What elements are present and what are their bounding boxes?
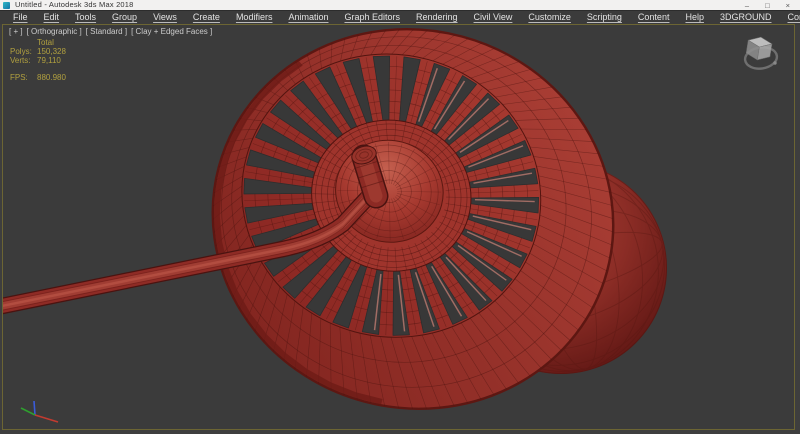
viewport-label-segment-3[interactable]: [ Clay + Edged Faces ] [131,27,212,36]
viewport-label-segment-2[interactable]: [ Standard ] [86,27,127,36]
menu-corona[interactable]: Corona [779,11,800,24]
menu-bar: FileEditToolsGroupViewsCreateModifiersAn… [0,10,800,24]
viewcube-compass-dot [773,61,776,64]
menu-rendering[interactable]: Rendering [408,11,466,24]
verts-label: Verts: [10,56,37,65]
menu-items: FileEditToolsGroupViewsCreateModifiersAn… [5,11,800,24]
menu-group[interactable]: Group [104,11,145,24]
x-axis [35,415,58,422]
menu-civil-view[interactable]: Civil View [466,11,521,24]
fps-label: FPS: [10,73,37,82]
view-cube[interactable] [731,28,789,82]
fps-value: 880.980 [37,73,66,82]
viewport-statistics: Total Polys:150,328 Verts:79,110 FPS:880… [10,38,66,82]
viewport[interactable]: [ + ] [ Orthographic ] [ Standard ] [ Clay … [2,24,795,430]
y-axis [21,408,35,415]
stats-fps-row: FPS:880.980 [10,73,66,82]
minimize-icon[interactable]: – [745,1,749,10]
window-title: Untitled - Autodesk 3ds Max 2018 [15,0,134,10]
menu-tools[interactable]: Tools [67,11,104,24]
polys-value: 150,328 [37,47,66,56]
stats-verts-row: Verts:79,110 [10,56,66,65]
viewport-label: [ + ] [ Orthographic ] [ Standard ] [ Clay … [9,27,212,36]
viewport-canvas[interactable] [3,25,794,429]
viewport-label-segment-0[interactable]: [ + ] [9,27,23,36]
z-axis [34,401,35,415]
app-window: Untitled - Autodesk 3ds Max 2018 – □ × F… [0,0,800,434]
menu-content[interactable]: Content [630,11,678,24]
menu-customize[interactable]: Customize [520,11,579,24]
restore-icon[interactable]: □ [765,1,770,10]
world-axis-tripod [8,394,68,426]
menu-graph-editors[interactable]: Graph Editors [336,11,408,24]
menu-edit[interactable]: Edit [36,11,68,24]
stats-polys-row: Polys:150,328 [10,47,66,56]
3dsmax-app-icon [3,2,10,9]
menu-create[interactable]: Create [185,11,228,24]
close-icon[interactable]: × [786,1,790,10]
menu-views[interactable]: Views [145,11,185,24]
verts-value: 79,110 [37,56,61,65]
menu-file[interactable]: File [5,11,36,24]
window-controls: – □ × [745,1,800,10]
menu-3dground[interactable]: 3DGROUND [712,11,780,24]
viewcube-cube [745,35,772,61]
polys-label: Polys: [10,47,37,56]
title-bar: Untitled - Autodesk 3ds Max 2018 – □ × [0,0,800,10]
menu-modifiers[interactable]: Modifiers [228,11,281,24]
viewport-frame: [ + ] [ Orthographic ] [ Standard ] [ Clay … [0,24,800,434]
stats-total-header: Total [37,38,66,47]
menu-scripting[interactable]: Scripting [579,11,630,24]
menu-help[interactable]: Help [677,11,712,24]
menu-animation[interactable]: Animation [280,11,336,24]
viewport-label-segment-1[interactable]: [ Orthographic ] [27,27,82,36]
